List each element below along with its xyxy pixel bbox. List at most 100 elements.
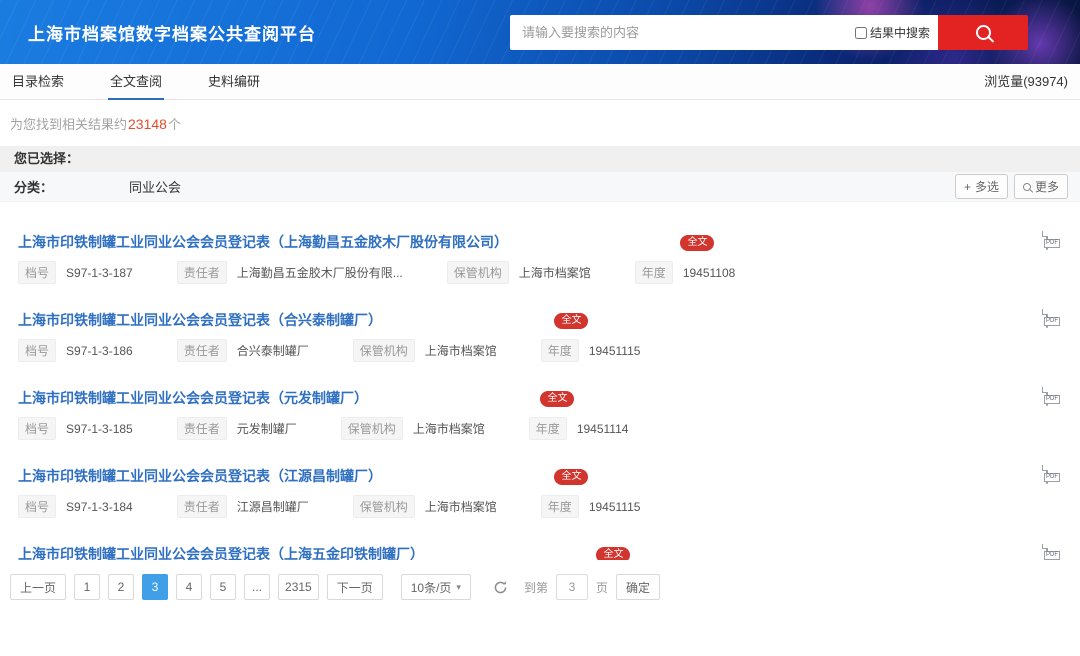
page-button-2[interactable]: 2 <box>108 574 135 600</box>
result-meta: 档号 S97-1-3-185 责任者 元发制罐厂 保管机构 上海市档案馆 年度 1945… <box>18 417 1080 440</box>
result-title-link[interactable]: 上海市印铁制罐工业同业公会会员登记表（上海勤昌五金胶木厂股份有限公司） <box>18 234 508 250</box>
pdf-icon[interactable]: PDF <box>1044 544 1060 560</box>
meta-label: 责任者 <box>176 495 227 518</box>
category-value[interactable]: 同业公会 <box>129 177 181 196</box>
search-bar: 结果中搜索 <box>510 15 1028 50</box>
result-item: 上海市印铁制罐工业同业公会会员登记表（合兴泰制罐厂） 全文 PDF 档号 S97-… <box>18 309 1080 362</box>
archive-no-value: S97-1-3-187 <box>66 265 133 280</box>
tab-fulltext-search[interactable]: 全文查阅 <box>108 62 165 100</box>
pdf-doc-shape: PDF <box>1044 387 1060 406</box>
tab-catalog-search[interactable]: 目录检索 <box>10 62 66 99</box>
pdf-doc-shape: PDF <box>1044 231 1060 250</box>
year-value: 19451114 <box>576 421 629 436</box>
year-value: 19451115 <box>588 343 641 358</box>
goto-label: 到第 <box>523 580 548 595</box>
pdf-label: PDF <box>1044 551 1060 560</box>
meta-label: 档号 <box>18 339 57 362</box>
page-ellipsis[interactable]: ... <box>244 574 271 600</box>
fulltext-badge: 全文 <box>596 547 631 560</box>
result-title-link[interactable]: 上海市印铁制罐工业同业公会会员登记表（上海五金印铁制罐厂） <box>18 546 424 560</box>
year-value: 19451115 <box>588 499 641 514</box>
fulltext-badge: 全文 <box>554 313 589 329</box>
meta-label: 年度 <box>540 339 579 362</box>
fulltext-badge: 全文 <box>540 391 575 407</box>
prev-page-button[interactable]: 上一页 <box>10 574 67 600</box>
search-in-results-label: 结果中搜索 <box>869 26 930 40</box>
meta-label: 责任者 <box>176 339 227 362</box>
author-value: 合兴泰制罐厂 <box>236 344 309 358</box>
result-title-link[interactable]: 上海市印铁制罐工业同业公会会员登记表（元发制罐厂） <box>18 390 368 406</box>
goto-confirm-button[interactable]: 确定 <box>615 574 660 600</box>
meta-label: 保管机构 <box>446 261 509 284</box>
category-label: 分类： <box>14 180 54 195</box>
magnifier-icon <box>1022 182 1031 191</box>
custodian-value: 上海市档案馆 <box>424 500 497 514</box>
multi-select-button[interactable]: + 多选 <box>954 174 1008 199</box>
year-value: 19451108 <box>682 265 736 280</box>
meta-label: 责任者 <box>176 417 227 440</box>
results-summary: 为您找到相关结果约23148个 <box>0 100 1080 146</box>
meta-label: 年度 <box>540 495 579 518</box>
header: 上海市档案馆数字档案公共查阅平台 结果中搜索 <box>0 0 1080 64</box>
more-button[interactable]: 更多 <box>1013 174 1068 199</box>
custodian-value: 上海市档案馆 <box>518 266 591 280</box>
pdf-label: PDF <box>1044 395 1060 404</box>
search-in-results-checkbox[interactable] <box>854 26 867 39</box>
summary-prefix: 为您找到相关结果约 <box>10 117 128 132</box>
archive-no-value: S97-1-3-184 <box>66 499 133 514</box>
page-button-1[interactable]: 1 <box>74 574 101 600</box>
pdf-icon[interactable]: PDF <box>1044 309 1060 328</box>
selected-filters-header: 您已选择： <box>0 146 1080 172</box>
pdf-icon[interactable]: PDF <box>1044 465 1060 484</box>
author-value: 上海勤昌五金胶木厂股份有限... <box>236 266 403 280</box>
pdf-doc-shape: PDF <box>1044 465 1060 484</box>
page-button-3-active[interactable]: 3 <box>142 574 169 600</box>
result-item: 上海市印铁制罐工业同业公会会员登记表（上海五金印铁制罐厂） 全文 PDF <box>18 544 1080 560</box>
clipped-result-item: 上海市印铁制罐工业同业公会会员登记表（上海五金印铁制罐厂） 全文 PDF <box>18 544 1080 560</box>
next-page-button[interactable]: 下一页 <box>326 574 383 600</box>
pdf-label: PDF <box>1044 473 1060 482</box>
search-box: 结果中搜索 <box>510 15 938 50</box>
result-head: 上海市印铁制罐工业同业公会会员登记表（元发制罐厂） 全文 PDF <box>18 387 1080 408</box>
result-count: 23148 <box>128 116 167 132</box>
fulltext-badge: 全文 <box>554 469 589 485</box>
meta-label: 档号 <box>18 495 57 518</box>
pdf-label: PDF <box>1044 317 1060 326</box>
tab-bar: 目录检索 全文查阅 史料编研 浏览量(93974) <box>0 64 1080 100</box>
result-item: 上海市印铁制罐工业同业公会会员登记表（江源昌制罐厂） 全文 PDF 档号 S97-… <box>18 465 1080 518</box>
result-meta: 档号 S97-1-3-186 责任者 合兴泰制罐厂 保管机构 上海市档案馆 年度 194… <box>18 339 1080 362</box>
meta-label: 保管机构 <box>340 417 403 440</box>
result-head: 上海市印铁制罐工业同业公会会员登记表（上海五金印铁制罐厂） 全文 PDF <box>18 544 1080 560</box>
meta-label: 责任者 <box>176 261 227 284</box>
goto-page-input[interactable] <box>555 574 588 600</box>
pdf-doc-shape: PDF <box>1044 544 1060 560</box>
result-head: 上海市印铁制罐工业同业公会会员登记表（江源昌制罐厂） 全文 PDF <box>18 465 1080 486</box>
pdf-icon[interactable]: PDF <box>1044 387 1060 406</box>
meta-label: 保管机构 <box>352 339 415 362</box>
result-item: 上海市印铁制罐工业同业公会会员登记表（元发制罐厂） 全文 PDF 档号 S97-1… <box>18 387 1080 440</box>
result-title-link[interactable]: 上海市印铁制罐工业同业公会会员登记表（合兴泰制罐厂） <box>18 312 382 328</box>
result-meta: 档号 S97-1-3-184 责任者 江源昌制罐厂 保管机构 上海市档案馆 年度 194… <box>18 495 1080 518</box>
plus-icon: + <box>963 179 971 194</box>
result-title-link[interactable]: 上海市印铁制罐工业同业公会会员登记表（江源昌制罐厂） <box>18 468 382 484</box>
tab-historical-materials[interactable]: 史料编研 <box>206 62 262 99</box>
archive-no-value: S97-1-3-186 <box>66 343 133 358</box>
results-list: 上海市印铁制罐工业同业公会会员登记表（上海勤昌五金胶木厂股份有限公司） 全文 P… <box>0 231 1080 560</box>
meta-label: 年度 <box>528 417 567 440</box>
search-button[interactable] <box>938 15 1028 50</box>
chevron-down-icon: ▾ <box>456 581 461 592</box>
search-in-results-option[interactable]: 结果中搜索 <box>854 24 930 41</box>
page-size-select[interactable]: 10条/页 ▾ <box>400 574 471 600</box>
refresh-icon[interactable] <box>493 580 508 595</box>
page-button-4[interactable]: 4 <box>176 574 203 600</box>
meta-label: 档号 <box>18 417 57 440</box>
search-input[interactable] <box>510 25 855 40</box>
archive-no-value: S97-1-3-185 <box>66 421 133 436</box>
page-button-2315[interactable]: 2315 <box>278 574 319 600</box>
pdf-icon[interactable]: PDF <box>1044 231 1060 250</box>
result-meta: 档号 S97-1-3-187 责任者 上海勤昌五金胶木厂股份有限... 保管机构 上海… <box>18 261 1080 284</box>
page-button-5[interactable]: 5 <box>210 574 237 600</box>
fulltext-badge: 全文 <box>680 235 715 251</box>
custodian-value: 上海市档案馆 <box>424 344 497 358</box>
search-icon <box>975 25 991 40</box>
